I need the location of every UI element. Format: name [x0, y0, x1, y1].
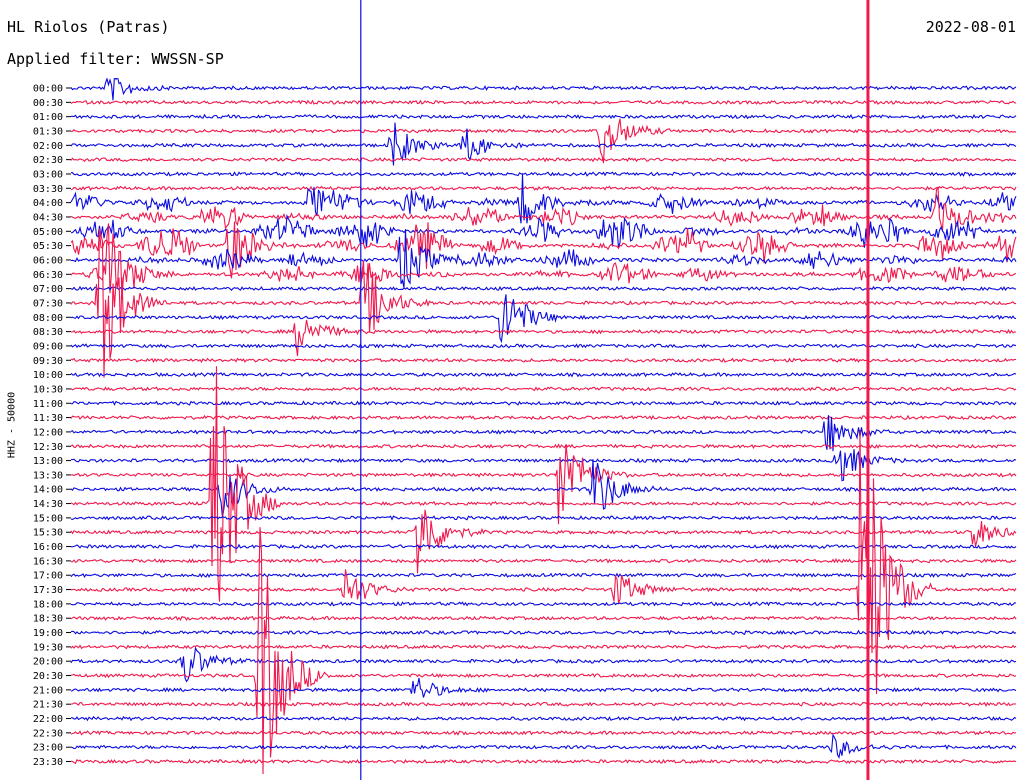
row-time-label: 12:30 — [33, 442, 63, 453]
row-time-label: 20:00 — [33, 657, 63, 668]
row-time-label: 06:00 — [33, 255, 63, 266]
trace-1130 — [70, 414, 1017, 421]
trace-0730 — [70, 228, 1017, 378]
row-time-label: 01:00 — [33, 112, 63, 123]
row-time-label: 00:30 — [33, 98, 63, 109]
row-time-label: 07:30 — [33, 298, 63, 309]
row-time-label: 18:30 — [33, 614, 63, 625]
trace-0900 — [70, 343, 1017, 349]
row-time-label: 22:00 — [33, 714, 63, 725]
row-time-label: 08:00 — [33, 313, 63, 324]
row-time-label: 03:00 — [33, 169, 63, 180]
row-time-label: 16:30 — [33, 556, 63, 567]
row-time-label: 02:00 — [33, 141, 63, 152]
row-time-label: 21:30 — [33, 700, 63, 711]
trace-0930 — [70, 357, 1017, 364]
trace-1030 — [70, 386, 1017, 392]
row-time-label: 10:00 — [33, 370, 63, 381]
row-time-label: 19:00 — [33, 628, 63, 639]
trace-0300 — [70, 171, 1017, 177]
row-time-label: 11:00 — [33, 399, 63, 410]
trace-2200 — [70, 715, 1017, 722]
trace-1830 — [70, 615, 1017, 622]
trace-1930 — [70, 644, 1017, 650]
trace-0100 — [71, 113, 1017, 120]
seismogram-plot: 00:00 00:30 01:00 01:30 02:00 02:30 03:00 03:30… — [33, 0, 1017, 780]
row-time-label: 14:00 — [33, 485, 63, 496]
row-time-label: 23:00 — [33, 743, 63, 754]
row-time-label: 13:30 — [33, 470, 63, 481]
trace-0230 — [70, 157, 1017, 163]
trace-2030 — [70, 527, 1017, 775]
row-time-label: 05:30 — [33, 241, 63, 252]
trace-1630 — [70, 557, 1017, 564]
row-time-label: 21:00 — [33, 685, 63, 696]
row-time-label: 14:30 — [33, 499, 63, 510]
row-time-label: 22:30 — [33, 728, 63, 739]
trace-0130 — [70, 118, 1017, 164]
row-time-label: 05:00 — [33, 227, 63, 238]
row-time-label: 03:30 — [33, 184, 63, 195]
row-time-label: 07:00 — [33, 284, 63, 295]
row-time-label: 12:00 — [33, 427, 63, 438]
row-time-label: 13:00 — [33, 456, 63, 467]
trace-1800 — [70, 601, 1017, 607]
trace-0700 — [70, 285, 1016, 292]
row-time-label: 17:30 — [33, 585, 63, 596]
trace-2100 — [70, 677, 1017, 698]
row-time-label: 17:00 — [33, 571, 63, 582]
row-time-label: 08:30 — [33, 327, 63, 338]
row-time-label: 20:30 — [33, 671, 63, 682]
row-time-label: 16:00 — [33, 542, 63, 553]
trace-2230 — [70, 730, 1017, 736]
row-time-label: 19:30 — [33, 642, 63, 653]
row-time-label: 09:30 — [33, 356, 63, 367]
trace-0330 — [70, 185, 1017, 191]
row-time-label: 06:30 — [33, 270, 63, 281]
row-time-label: 23:30 — [33, 757, 63, 768]
trace-2300 — [70, 733, 1017, 759]
row-time-label: 10:30 — [33, 384, 63, 395]
row-time-label: 11:30 — [33, 413, 63, 424]
row-time-label: 15:30 — [33, 528, 63, 539]
row-time-label: 18:00 — [33, 599, 63, 610]
row-time-label: 01:30 — [33, 126, 63, 137]
row-time-label: 15:00 — [33, 513, 63, 524]
row-time-label: 09:00 — [33, 341, 63, 352]
row-time-label: 00:00 — [33, 84, 63, 95]
trace-2330 — [70, 758, 1017, 765]
row-time-label: 02:30 — [33, 155, 63, 166]
trace-0830 — [70, 319, 1017, 357]
trace-0030 — [70, 99, 1017, 105]
trace-1100 — [71, 400, 1017, 406]
trace-1900 — [70, 629, 1017, 636]
trace-2130 — [71, 701, 1017, 708]
row-time-label: 04:00 — [33, 198, 63, 209]
trace-1000 — [70, 371, 1017, 378]
trace-0800 — [70, 294, 1017, 344]
trace-1700 — [70, 572, 1017, 579]
trace-0000 — [70, 78, 1017, 101]
trace-1430 — [70, 366, 1017, 602]
row-time-label: 04:30 — [33, 212, 63, 223]
